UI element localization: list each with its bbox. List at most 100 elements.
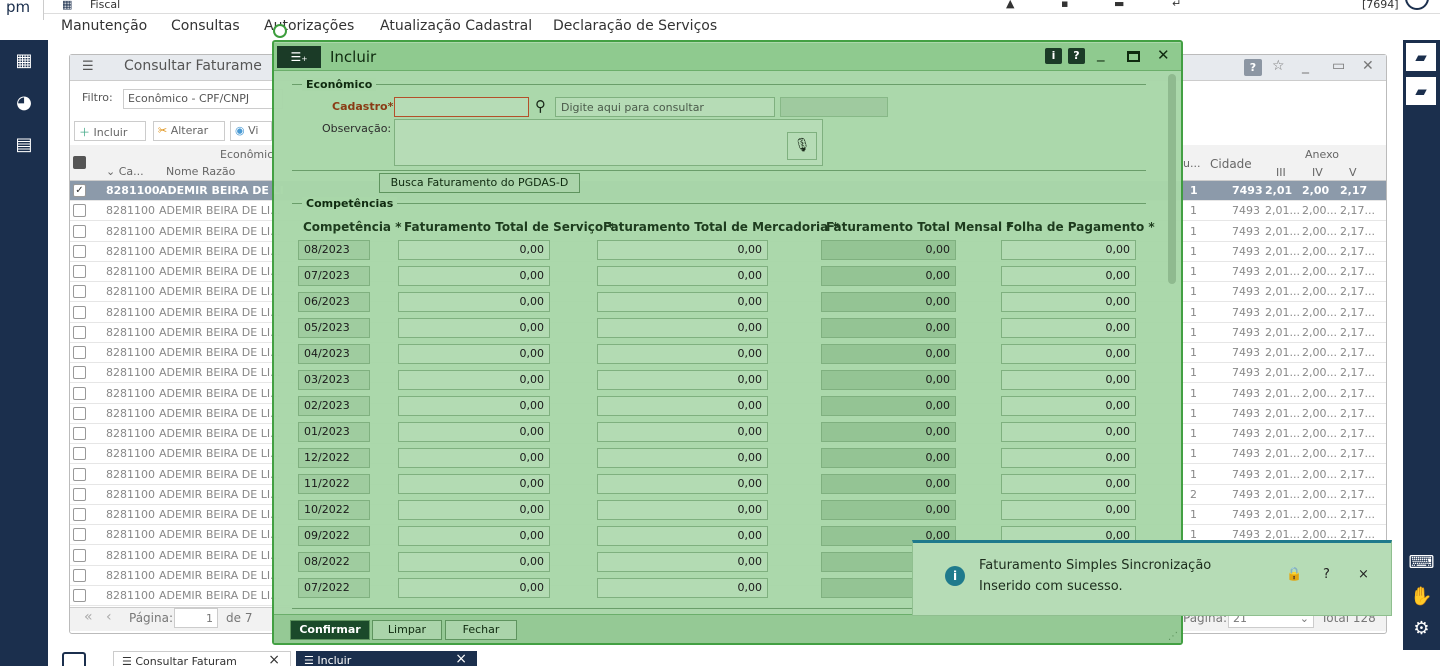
star-icon[interactable]: ☆: [1272, 58, 1285, 74]
task-consultar[interactable]: ☰ Consultar Faturam ×: [113, 651, 291, 666]
faturamento-servico-input[interactable]: 0,00: [398, 266, 550, 286]
help-button[interactable]: ?: [1068, 48, 1085, 64]
col-header-v[interactable]: V: [1349, 166, 1357, 179]
row-checkbox[interactable]: [73, 528, 86, 542]
accessibility-hand-icon[interactable]: ✋: [1403, 586, 1440, 607]
faturamento-servico-input[interactable]: 0,00: [398, 422, 550, 442]
prev-page-icon[interactable]: ‹: [106, 609, 112, 625]
row-checkbox[interactable]: ✓: [73, 184, 86, 197]
limpar-button[interactable]: Limpar: [372, 620, 442, 640]
filter-select[interactable]: Econômico - CPF/CNPJ: [123, 89, 283, 109]
folder-icon[interactable]: ▰: [1405, 76, 1437, 106]
bell-icon[interactable]: ▲: [1006, 0, 1014, 10]
confirmar-button[interactable]: Confirmar: [290, 620, 370, 640]
folha-pagamento-input[interactable]: 0,00: [1001, 318, 1136, 338]
drag-target-icon[interactable]: [273, 24, 287, 38]
app-logo[interactable]: pm: [0, 0, 44, 20]
faturamento-mercadoria-input[interactable]: 0,00: [597, 344, 768, 364]
cadastro-search-input[interactable]: Digite aqui para consultar: [555, 97, 775, 117]
microphone-icon[interactable]: 🎙: [787, 132, 817, 160]
row-checkbox[interactable]: [73, 487, 86, 501]
faturamento-mercadoria-input[interactable]: 0,00: [597, 292, 768, 312]
row-checkbox[interactable]: [73, 285, 86, 299]
select-all-checkbox[interactable]: [73, 156, 86, 169]
row-checkbox[interactable]: [73, 589, 86, 602]
faturamento-mercadoria-input[interactable]: 0,00: [597, 370, 768, 390]
faturamento-servico-input[interactable]: 0,00: [398, 578, 550, 598]
menu-manutencao[interactable]: Manutenção: [61, 18, 147, 34]
faturamento-servico-input[interactable]: 0,00: [398, 448, 550, 468]
faturamento-mercadoria-input[interactable]: 0,00: [597, 578, 768, 598]
task-incluir-close[interactable]: ×: [455, 651, 467, 666]
close-icon[interactable]: ✕: [1157, 46, 1170, 64]
folha-pagamento-input[interactable]: 0,00: [1001, 396, 1136, 416]
folha-pagamento-input[interactable]: 0,00: [1001, 344, 1136, 364]
gear-icon[interactable]: ⚙: [1403, 618, 1440, 639]
row-checkbox[interactable]: [73, 325, 86, 339]
faturamento-servico-input[interactable]: 0,00: [398, 318, 550, 338]
bg-close-icon[interactable]: ✕: [1362, 58, 1374, 74]
toast-help[interactable]: ?: [1323, 567, 1330, 582]
windows-icon[interactable]: [62, 652, 86, 666]
row-checkbox[interactable]: [73, 244, 86, 258]
task-incluir[interactable]: ☰ Incluir ×: [296, 651, 477, 666]
alterar-button[interactable]: ✂ Alterar: [153, 121, 225, 141]
row-checkbox[interactable]: [73, 427, 86, 440]
faturamento-servico-input[interactable]: 0,00: [398, 474, 550, 494]
busca-pgdas-button[interactable]: Busca Faturamento do PGDAS-D: [379, 173, 580, 193]
faturamento-mercadoria-input[interactable]: 0,00: [597, 552, 768, 572]
faturamento-servico-input[interactable]: 0,00: [398, 500, 550, 520]
faturamento-mercadoria-input[interactable]: 0,00: [597, 500, 768, 520]
first-page-icon[interactable]: «: [84, 609, 93, 625]
lock-icon[interactable]: 🔒: [1286, 567, 1302, 582]
observacao-textarea[interactable]: [394, 119, 823, 166]
folder-open-icon[interactable]: ▰: [1405, 42, 1437, 72]
col-header-u[interactable]: u...: [1183, 157, 1200, 170]
faturamento-mercadoria-input[interactable]: 0,00: [597, 240, 768, 260]
folha-pagamento-input[interactable]: 0,00: [1001, 474, 1136, 494]
cadastro-input[interactable]: [394, 97, 529, 117]
search-icon[interactable]: ⚲: [535, 97, 546, 115]
row-checkbox[interactable]: [73, 224, 86, 238]
folha-pagamento-input[interactable]: 0,00: [1001, 292, 1136, 312]
row-checkbox[interactable]: [73, 406, 86, 420]
bg-help-icon[interactable]: ?: [1244, 59, 1262, 76]
page-input[interactable]: 1: [174, 608, 218, 628]
folha-pagamento-input[interactable]: 0,00: [1001, 422, 1136, 442]
row-checkbox[interactable]: [73, 366, 86, 380]
faturamento-mercadoria-input[interactable]: 0,00: [597, 474, 768, 494]
faturamento-servico-input[interactable]: 0,00: [398, 344, 550, 364]
faturamento-mercadoria-input[interactable]: 0,00: [597, 422, 768, 442]
faturamento-servico-input[interactable]: 0,00: [398, 396, 550, 416]
faturamento-servico-input[interactable]: 0,00: [398, 370, 550, 390]
row-checkbox[interactable]: [73, 265, 86, 278]
row-checkbox[interactable]: [73, 305, 86, 319]
printer-icon[interactable]: ▬: [1114, 0, 1124, 10]
toast-close[interactable]: ×: [1358, 567, 1369, 582]
minimize-icon[interactable]: _: [1097, 44, 1105, 62]
bg-maximize-icon[interactable]: ▭: [1332, 58, 1345, 74]
folha-pagamento-input[interactable]: 0,00: [1001, 266, 1136, 286]
incluir-button[interactable]: ＋ Incluir: [74, 121, 146, 141]
info-button[interactable]: i: [1045, 48, 1062, 64]
row-checkbox[interactable]: [73, 467, 86, 481]
presentation-icon[interactable]: ▤: [0, 134, 48, 155]
faturamento-servico-input[interactable]: 0,00: [398, 240, 550, 260]
faturamento-mercadoria-input[interactable]: 0,00: [597, 526, 768, 546]
menu-atualizacao-cadastral[interactable]: Atualização Cadastral: [380, 18, 532, 34]
row-checkbox[interactable]: [73, 346, 86, 359]
col-header-iv[interactable]: IV: [1312, 166, 1323, 179]
maximize-icon[interactable]: [1127, 51, 1140, 62]
resize-handle-icon[interactable]: ⋰: [1168, 631, 1178, 642]
task-consultar-close[interactable]: ×: [268, 652, 280, 666]
faturamento-servico-input[interactable]: 0,00: [398, 526, 550, 546]
modal-scrollbar[interactable]: [1168, 74, 1176, 284]
folha-pagamento-input[interactable]: 0,00: [1001, 370, 1136, 390]
bg-minimize-icon[interactable]: _: [1302, 58, 1309, 74]
visualizar-button[interactable]: ◉ Vi: [230, 121, 272, 141]
row-checkbox[interactable]: [73, 447, 86, 461]
row-checkbox[interactable]: [73, 548, 86, 562]
row-checkbox[interactable]: [73, 204, 86, 218]
folha-pagamento-input[interactable]: 0,00: [1001, 240, 1136, 260]
menu-consultas[interactable]: Consultas: [171, 18, 240, 34]
